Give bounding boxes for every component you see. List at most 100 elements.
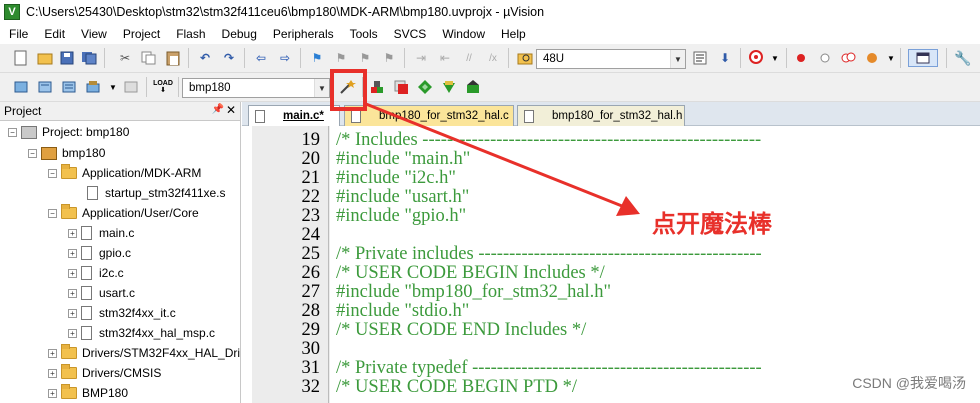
tree-item-target[interactable]: − bmp180 xyxy=(28,143,105,163)
build-icon[interactable] xyxy=(36,78,54,96)
stop-build-icon[interactable] xyxy=(122,78,140,96)
menu-project[interactable]: Project xyxy=(114,27,167,41)
file-extensions-icon[interactable] xyxy=(392,78,410,96)
code-line[interactable]: /* Private includes --------------------… xyxy=(336,245,980,264)
find-combo[interactable]: 48U ▼ xyxy=(536,49,686,69)
tree-item-file[interactable]: + gpio.c xyxy=(68,243,131,263)
tree-item-folder[interactable]: + BMP180 xyxy=(48,383,128,403)
save-icon[interactable] xyxy=(58,49,76,67)
code-line[interactable]: /* USER CODE BEGIN Includes */ xyxy=(336,264,980,283)
manage-project-icon[interactable] xyxy=(368,78,386,96)
pin-icon[interactable]: 📌 xyxy=(212,104,224,115)
tree-item-project[interactable]: − Project: bmp180 xyxy=(8,122,129,142)
find-in-files-icon[interactable] xyxy=(516,49,534,67)
bookmark-next-icon[interactable]: ⚑ xyxy=(356,49,374,67)
tree-item-file[interactable]: startup_stm32f411xe.s xyxy=(87,183,226,203)
collapse-icon[interactable]: − xyxy=(8,127,17,137)
code-editor[interactable]: /* Includes ----------------------------… xyxy=(330,126,980,403)
indent-icon[interactable]: ⇥ xyxy=(412,49,430,67)
code-line[interactable]: #include "bmp180_for_stm32_hal.h" xyxy=(336,283,980,302)
pack-installer-icon[interactable] xyxy=(440,78,458,96)
debug-dropdown-icon[interactable]: ▼ xyxy=(766,49,784,67)
code-line[interactable]: #include "i2c.h" xyxy=(336,169,980,188)
close-icon[interactable]: ✕ xyxy=(226,103,236,117)
tree-item-file[interactable]: + stm32f4xx_hal_msp.c xyxy=(68,323,215,343)
tree-item-folder[interactable]: − Application/User/Core xyxy=(48,203,199,223)
bookmark-icon[interactable]: ⚑ xyxy=(308,49,326,67)
tree-item-file[interactable]: + usart.c xyxy=(68,283,135,303)
menu-file[interactable]: File xyxy=(0,27,35,41)
batch-build-icon[interactable] xyxy=(84,78,102,96)
tree-item-file[interactable]: + stm32f4xx_it.c xyxy=(68,303,176,323)
code-line[interactable]: /* Includes ----------------------------… xyxy=(336,131,980,150)
menu-help[interactable]: Help xyxy=(492,27,533,41)
new-file-icon[interactable] xyxy=(12,49,30,67)
expand-icon[interactable]: + xyxy=(68,288,77,298)
chevron-down-icon[interactable]: ▼ xyxy=(670,50,685,68)
code-line[interactable]: #include "main.h" xyxy=(336,150,980,169)
breakpoint-kill-icon[interactable] xyxy=(840,49,858,67)
chevron-down-icon[interactable]: ▼ xyxy=(314,79,329,97)
paste-icon[interactable] xyxy=(164,49,182,67)
nav-forward-icon[interactable]: ⇨ xyxy=(276,49,294,67)
cut-icon[interactable]: ✂ xyxy=(116,49,134,67)
expand-icon[interactable]: + xyxy=(68,228,77,238)
breakpoint-enable-icon[interactable] xyxy=(864,49,882,67)
collapse-icon[interactable]: − xyxy=(28,148,37,158)
menu-debug[interactable]: Debug xyxy=(213,27,264,41)
collapse-icon[interactable]: − xyxy=(48,208,57,218)
code-line[interactable]: /* USER CODE END Includes */ xyxy=(336,321,980,340)
rebuild-icon[interactable] xyxy=(60,78,78,96)
window-layout-icon[interactable] xyxy=(908,49,938,67)
tree-item-folder[interactable]: + Drivers/STM32F4xx_HAL_Driv xyxy=(48,343,240,363)
tab-main-c[interactable]: main.c* xyxy=(248,105,340,126)
bookmark-prev-icon[interactable]: ⚑ xyxy=(332,49,350,67)
uncomment-icon[interactable]: /x xyxy=(484,49,502,67)
expand-icon[interactable]: + xyxy=(48,388,57,398)
tree-item-folder[interactable]: + Drivers/CMSIS xyxy=(48,363,161,383)
open-icon[interactable] xyxy=(36,49,54,67)
expand-icon[interactable]: + xyxy=(68,308,77,318)
code-line[interactable] xyxy=(336,340,980,359)
menu-peripherals[interactable]: Peripherals xyxy=(264,27,341,41)
tab-hal-h[interactable]: bmp180_for_stm32_hal.h xyxy=(517,105,685,126)
breakpoint-icon[interactable] xyxy=(792,49,810,67)
target-select[interactable]: bmp180 ▼ xyxy=(182,78,330,98)
tree-item-file[interactable]: + main.c xyxy=(68,223,134,243)
breakpoint-gutter[interactable] xyxy=(242,126,252,403)
nav-back-icon[interactable]: ⇦ xyxy=(252,49,270,67)
tree-item-folder[interactable]: − Application/MDK-ARM xyxy=(48,163,201,183)
bookmark-clear-icon[interactable]: ⚑ xyxy=(380,49,398,67)
menu-edit[interactable]: Edit xyxy=(35,27,72,41)
menu-svcs[interactable]: SVCS xyxy=(385,27,434,41)
menu-tools[interactable]: Tools xyxy=(341,27,385,41)
comment-icon[interactable]: // xyxy=(460,49,478,67)
breakpoint-disable-icon[interactable] xyxy=(816,49,834,67)
expand-icon[interactable]: + xyxy=(68,248,77,258)
settings-icon[interactable]: 🔧 xyxy=(954,49,972,67)
save-all-icon[interactable] xyxy=(80,49,98,67)
unindent-icon[interactable]: ⇤ xyxy=(436,49,454,67)
menu-view[interactable]: View xyxy=(72,27,114,41)
expand-icon[interactable]: + xyxy=(68,328,77,338)
tree-item-file[interactable]: + i2c.c xyxy=(68,263,124,283)
menu-window[interactable]: Window xyxy=(433,27,492,41)
select-packs-icon[interactable] xyxy=(416,78,434,96)
tab-hal-c[interactable]: bmp180_for_stm32_hal.c xyxy=(344,105,514,126)
insert-icon[interactable]: ⬇ xyxy=(716,49,734,67)
batch-dropdown-icon[interactable]: ▼ xyxy=(104,78,122,96)
code-line[interactable]: #include "stdio.h" xyxy=(336,302,980,321)
breakpoint-dropdown-icon[interactable]: ▼ xyxy=(882,49,900,67)
copy-icon[interactable] xyxy=(140,49,158,67)
download-icon[interactable]: LOAD ⬇ xyxy=(153,78,173,96)
translate-icon[interactable] xyxy=(12,78,30,96)
collapse-icon[interactable]: − xyxy=(48,168,57,178)
expand-icon[interactable]: + xyxy=(48,368,57,378)
expand-icon[interactable]: + xyxy=(48,348,57,358)
debug-icon[interactable] xyxy=(748,49,766,67)
menu-flash[interactable]: Flash xyxy=(167,27,212,41)
undo-icon[interactable]: ↶ xyxy=(196,49,214,67)
redo-icon[interactable]: ↷ xyxy=(220,49,238,67)
expand-icon[interactable]: + xyxy=(68,268,77,278)
format-icon[interactable] xyxy=(692,49,710,67)
